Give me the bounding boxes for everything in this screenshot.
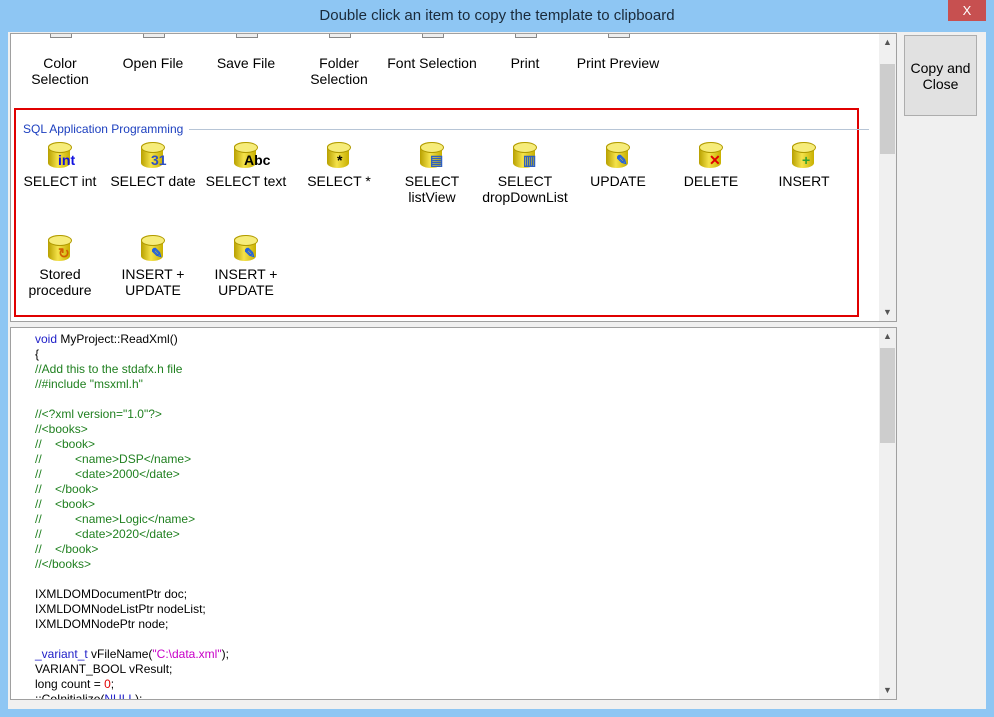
item-label: Folder Selection [310, 55, 368, 87]
dialog-item[interactable]: Folder Selection [293, 34, 385, 87]
code-line: { [35, 347, 229, 362]
code-line: // <date>2020</date> [35, 527, 229, 542]
code-token-text: ::CoInitialize( [35, 692, 105, 700]
code-token-text: ; [110, 677, 115, 691]
code-token-string: "C:\data.xml" [152, 647, 222, 661]
code-token-keyword: void [35, 332, 58, 346]
code-line: //</books> [35, 557, 229, 572]
code-line: // </book> [35, 542, 229, 557]
code-line: IXMLDOMNodeListPtr nodeList; [35, 602, 229, 617]
code-preview[interactable]: void MyProject::ReadXml(){//Add this to … [10, 327, 897, 700]
folder-open-icon [137, 34, 169, 52]
window-title: Double click an item to copy the templat… [319, 7, 675, 24]
template-list-scrollbar[interactable]: ▲ ▼ [879, 34, 896, 321]
dialog-item[interactable]: Print [479, 34, 571, 71]
code-line: // </book> [35, 482, 229, 497]
dialog-item[interactable]: Open File [107, 34, 199, 71]
code-token-comment: // <book> [35, 497, 96, 511]
code-line: // <name>Logic</name> [35, 512, 229, 527]
item-label: Print Preview [576, 55, 660, 71]
code-token-text: vFileName( [87, 647, 153, 661]
scroll-down-icon[interactable]: ▼ [879, 304, 896, 321]
sql-highlight-box [14, 108, 859, 317]
template-list: Color Selection Open File Save File Folder … [10, 33, 897, 322]
icon-shape [143, 34, 165, 38]
code-token-keyword: _variant_t [35, 647, 88, 661]
code-line: //Add this to the stdafx.h file [35, 362, 229, 377]
code-token-comment: // <book> [35, 437, 96, 451]
code-token-text: MyProject::ReadXml() [57, 332, 178, 346]
code-token-text: IXMLDOMDocumentPtr doc; [35, 587, 188, 601]
code-token-comment: //#include "msxml.h" [35, 377, 143, 391]
code-token-comment: // <date>2020</date> [35, 527, 180, 541]
code-token-comment: //</books> [35, 557, 92, 571]
close-button[interactable]: X [948, 0, 986, 21]
item-label: Font Selection [387, 55, 477, 71]
code-token-comment: // <name>Logic</name> [35, 512, 196, 526]
code-token-comment: // <date>2000</date> [35, 467, 180, 481]
dialog-item[interactable]: Save File [200, 34, 292, 71]
scroll-thumb[interactable] [880, 348, 895, 443]
dialog-item[interactable]: Color Selection [14, 34, 106, 87]
code-line: //#include "msxml.h" [35, 377, 229, 392]
floppy-disk-icon [230, 34, 262, 52]
icon-shape [50, 34, 72, 38]
icon-shape [236, 34, 258, 38]
magnifier-icon [602, 34, 634, 52]
copy-and-close-button[interactable]: Copy and Close [904, 35, 977, 116]
icon-shape [422, 34, 444, 38]
code-scrollbar[interactable]: ▲ ▼ [879, 328, 896, 699]
code-token-number: 0 [104, 677, 111, 691]
code-line: long count = 0; [35, 677, 229, 692]
cabinet-icon [323, 34, 355, 52]
code-line: _variant_t vFileName("C:\data.xml"); [35, 647, 229, 662]
code-token-text: IXMLDOMNodePtr node; [35, 617, 169, 631]
icon-shape [329, 34, 351, 38]
code-token-comment: // </book> [35, 542, 99, 556]
code-line: void MyProject::ReadXml() [35, 332, 229, 347]
dialog-item[interactable]: Print Preview [572, 34, 664, 71]
code-token-text: long count = [35, 677, 105, 691]
printer-icon [509, 34, 541, 52]
code-token-text: { [35, 347, 40, 361]
item-label: Save File [216, 55, 276, 71]
scroll-thumb[interactable] [880, 64, 895, 154]
code-token-comment: //Add this to the stdafx.h file [35, 362, 183, 376]
font-icon [416, 34, 448, 52]
code-line: IXMLDOMDocumentPtr doc; [35, 587, 229, 602]
group-divider [189, 129, 869, 130]
scroll-up-icon[interactable]: ▲ [879, 328, 896, 345]
code-line: //<?xml version="1.0"?> [35, 407, 229, 422]
dialog-item[interactable]: Font Selection [386, 34, 478, 71]
code-token-comment: // <name>DSP</name> [35, 452, 192, 466]
icon-shape [515, 34, 537, 38]
code-token-comment: //<?xml version="1.0"?> [35, 407, 162, 421]
code-token-text: IXMLDOMNodeListPtr nodeList; [35, 602, 206, 616]
code-line: //<books> [35, 422, 229, 437]
scroll-down-icon[interactable]: ▼ [879, 682, 896, 699]
code-line: // <name>DSP</name> [35, 452, 229, 467]
icon-shape [608, 34, 630, 38]
color-palette-icon [44, 34, 76, 52]
code-line: // <date>2000</date> [35, 467, 229, 482]
code-token-text: ); [135, 692, 143, 700]
code-token-comment: // </book> [35, 482, 99, 496]
code-line: IXMLDOMNodePtr node; [35, 617, 229, 632]
item-label: Color Selection [31, 55, 89, 87]
code-line: ::CoInitialize(NULL); [35, 692, 229, 700]
code-line: VARIANT_BOOL vResult; [35, 662, 229, 677]
code-token-keyword: NULL [104, 692, 136, 700]
item-label: Open File [122, 55, 184, 71]
code-token-text: ); [221, 647, 229, 661]
code-token-text: VARIANT_BOOL vResult; [35, 662, 173, 676]
code-line: // <book> [35, 497, 229, 512]
code-token-comment: //<books> [35, 422, 88, 436]
item-label: Print [510, 55, 540, 71]
scroll-up-icon[interactable]: ▲ [879, 34, 896, 51]
sql-group-title: SQL Application Programming [23, 122, 184, 136]
code-line: // <book> [35, 437, 229, 452]
